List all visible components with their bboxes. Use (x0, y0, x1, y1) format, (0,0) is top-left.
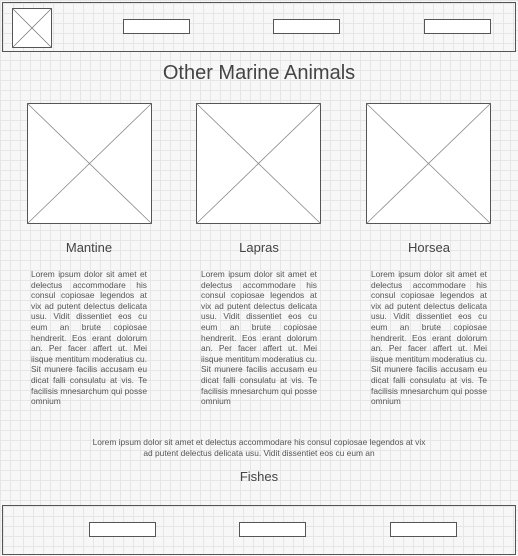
footer-button-2[interactable] (239, 522, 306, 537)
intro-paragraph: Lorem ipsum dolor sit amet et delectus a… (92, 437, 426, 458)
page-title: Other Marine Animals (162, 62, 356, 84)
card-title-lapras: Lapras (239, 240, 279, 255)
nav-button-2[interactable] (273, 19, 340, 34)
header-bar (2, 2, 516, 52)
image-placeholder-icon[interactable] (12, 8, 52, 48)
card-title-mantine: Mantine (65, 240, 113, 255)
nav-button-3[interactable] (424, 19, 491, 34)
footer-bar (2, 505, 516, 555)
card-text-lapras: Lorem ipsum dolor sit amet et delectus a… (201, 269, 317, 407)
section-title: Fishes (239, 469, 279, 484)
card-text-mantine: Lorem ipsum dolor sit amet et delectus a… (31, 269, 147, 407)
card-title-horsea: Horsea (408, 240, 450, 255)
card-image-mantine (27, 103, 152, 224)
card-image-horsea (366, 103, 491, 224)
card-image-lapras (196, 103, 321, 224)
card-text-horsea: Lorem ipsum dolor sit amet et delectus a… (371, 269, 487, 407)
footer-button-1[interactable] (89, 522, 156, 537)
footer-button-3[interactable] (390, 522, 457, 537)
nav-button-1[interactable] (123, 19, 190, 34)
